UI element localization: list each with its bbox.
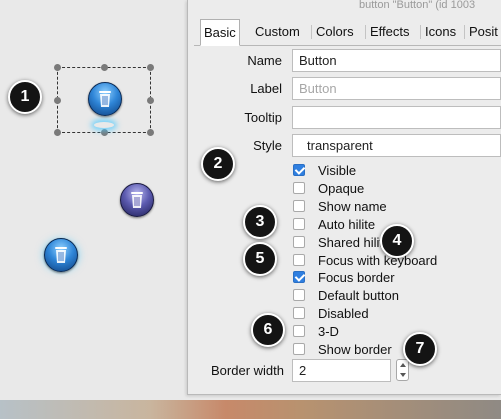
checkbox-show-border[interactable] xyxy=(293,343,305,355)
checkbox-label[interactable]: Default button xyxy=(318,288,399,303)
tab-separator xyxy=(365,25,366,39)
resize-handle-top[interactable] xyxy=(101,64,108,71)
checkbox-label[interactable]: Disabled xyxy=(318,306,369,321)
inspector-title: button "Button" (id 1003 xyxy=(359,0,476,11)
resize-handle-top-left[interactable] xyxy=(54,64,61,71)
callout-2: 2 xyxy=(201,147,235,181)
callout-5: 5 xyxy=(243,242,277,276)
checkbox-auto-hilite[interactable] xyxy=(293,218,305,230)
resize-handle-bottom[interactable] xyxy=(101,129,108,136)
checkbox-label[interactable]: Focus with keyboard xyxy=(318,253,437,268)
tab-custom[interactable]: Custom xyxy=(252,19,303,46)
checkbox-label[interactable]: Visible xyxy=(318,163,356,178)
tab-basic[interactable]: Basic xyxy=(200,19,240,46)
tab-icons[interactable]: Icons xyxy=(422,19,459,46)
checkbox-opaque[interactable] xyxy=(293,182,305,194)
focus-border-glow xyxy=(94,122,114,128)
style-dropdown[interactable]: transparent xyxy=(292,134,501,157)
checkbox-shared-hilite[interactable] xyxy=(293,236,305,248)
tab-strip: Basic Custom Colors Effects Icons Posit xyxy=(194,14,501,46)
inspector-titlebar[interactable]: button "Button" (id 1003 xyxy=(188,0,501,14)
resize-handle-top-right[interactable] xyxy=(147,64,154,71)
checkbox-label[interactable]: Show border xyxy=(318,342,392,357)
checkbox-3-d[interactable] xyxy=(293,325,305,337)
trash-icon xyxy=(99,91,111,107)
callout-6: 6 xyxy=(251,313,285,347)
label-field[interactable]: Button xyxy=(292,77,501,100)
border-width-stepper[interactable] xyxy=(396,359,409,381)
checkbox-visible[interactable] xyxy=(293,164,305,176)
tooltip-field[interactable] xyxy=(292,106,501,129)
resize-handle-bottom-right[interactable] xyxy=(147,129,154,136)
checkbox-show-name[interactable] xyxy=(293,200,305,212)
tab-colors[interactable]: Colors xyxy=(313,19,357,46)
desktop-background-strip xyxy=(0,400,501,419)
checkbox-label[interactable]: Opaque xyxy=(318,181,364,196)
tab-effects[interactable]: Effects xyxy=(367,19,413,46)
trash-button-purple[interactable] xyxy=(120,183,154,217)
checkbox-default-button[interactable] xyxy=(293,289,305,301)
tab-position[interactable]: Posit xyxy=(466,19,501,46)
checkbox-focus-with-keyboard[interactable] xyxy=(293,254,305,266)
checkbox-label[interactable]: Focus border xyxy=(318,270,395,285)
checkbox-label[interactable]: Auto hilite xyxy=(318,217,375,232)
name-field[interactable]: Button xyxy=(292,49,501,72)
callout-1: 1 xyxy=(8,80,42,114)
trash-icon xyxy=(55,247,67,263)
resize-handle-bottom-left[interactable] xyxy=(54,129,61,136)
border-width-field[interactable]: 2 xyxy=(292,359,391,382)
trash-icon xyxy=(131,192,143,208)
border-width-label: Border width xyxy=(211,363,284,378)
tooltip-label: Tooltip xyxy=(244,110,282,125)
checkbox-label[interactable]: 3-D xyxy=(318,324,339,339)
tab-separator xyxy=(420,25,421,39)
checkbox-focus-border[interactable] xyxy=(293,271,305,283)
tab-separator xyxy=(311,25,312,39)
tab-separator xyxy=(464,25,465,39)
callout-7: 7 xyxy=(403,332,437,366)
resize-handle-left[interactable] xyxy=(54,97,61,104)
trash-button-selected[interactable] xyxy=(88,82,122,116)
callout-3: 3 xyxy=(243,205,277,239)
checkbox-label[interactable]: Show name xyxy=(318,199,387,214)
callout-4: 4 xyxy=(380,224,414,258)
checkbox-disabled[interactable] xyxy=(293,307,305,319)
resize-handle-right[interactable] xyxy=(147,97,154,104)
name-label: Name xyxy=(247,53,282,68)
label-label: Label xyxy=(250,81,282,96)
trash-button-focused[interactable] xyxy=(44,238,78,272)
